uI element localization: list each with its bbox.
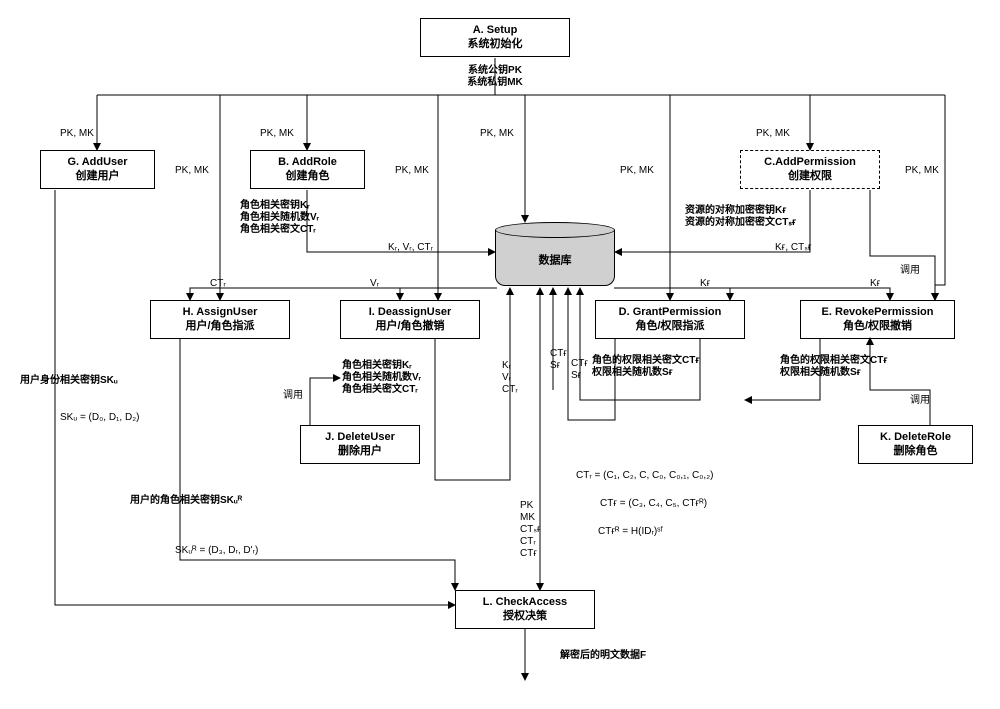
- box-I-title: I. DeassignUser: [347, 305, 473, 319]
- lbl-pkmk6: PK, MK: [395, 165, 429, 177]
- lbl-db-e: Kғ: [870, 278, 880, 290]
- lbl-db-h: CTᵣ: [210, 278, 226, 290]
- lbl-i-db: Kᵣ Vᵣ CTᵣ: [502, 360, 518, 396]
- box-L-sub: 授权决策: [462, 609, 588, 623]
- lbl-c-db: Kғ, CTₛғ: [775, 242, 812, 254]
- box-C-sub: 创建权限: [747, 169, 873, 183]
- box-E: E. RevokePermission 角色/权限撤销: [800, 300, 955, 339]
- box-D-title: D. GrantPermission: [602, 305, 738, 319]
- box-J-title: J. DeleteUser: [307, 430, 413, 444]
- lbl-g-out: 用户身份相关密钥SKᵤ: [20, 375, 118, 387]
- box-G-title: G. AddUser: [47, 155, 148, 169]
- lbl-pkmk2: PK, MK: [260, 128, 294, 140]
- box-H: H. AssignUser 用户/角色指派: [150, 300, 290, 339]
- lbl-k-call: 调用: [910, 395, 930, 407]
- box-B: B. AddRole 创建角色: [250, 150, 365, 189]
- box-D: D. GrantPermission 角色/权限指派: [595, 300, 745, 339]
- box-I: I. DeassignUser 用户/角色撤销: [340, 300, 480, 339]
- box-L: L. CheckAccess 授权决策: [455, 590, 595, 629]
- box-K: K. DeleteRole 删除角色: [858, 425, 973, 464]
- lbl-i-call: 调用: [283, 390, 303, 402]
- lbl-pkmk4: PK, MK: [756, 128, 790, 140]
- lbl-b-out: 角色相关密钥Kᵣ 角色相关随机数Vᵣ 角色相关密文CTᵣ: [240, 200, 319, 236]
- box-C-title: C.AddPermission: [747, 155, 873, 169]
- lbl-ctF: CTғ = (C₃, C₄, C₅, CTғᴿ): [600, 498, 707, 510]
- lbl-d-db: CTғ Sғ: [550, 348, 567, 372]
- box-K-sub: 删除角色: [865, 444, 966, 458]
- box-G-sub: 创建用户: [47, 169, 148, 183]
- lbl-pkmk1: PK, MK: [60, 128, 94, 140]
- box-K-title: K. DeleteRole: [865, 430, 966, 444]
- lbl-pkmk8: PK, MK: [905, 165, 939, 177]
- lbl-db-d: Kғ: [700, 278, 710, 290]
- lbl-i-out: 角色相关密钥Kᵣ 角色相关随机数Vᵣ 角色相关密文CTᵣ: [342, 360, 421, 396]
- lbl-skR: SKᵤᴿ = (D₃, Dᵣ, D'ᵣ): [175, 545, 258, 557]
- box-B-sub: 创建角色: [257, 169, 358, 183]
- lbl-ctR: CTᵣ = (C₁, C₂, C, C₀, C₀,₁, C₀,₂): [576, 470, 713, 482]
- lbl-c-out: 资源的对称加密密钥Kғ 资源的对称加密密文CTₛғ: [685, 205, 796, 229]
- box-H-sub: 用户/角色指派: [157, 319, 283, 333]
- box-I-sub: 用户/角色撤销: [347, 319, 473, 333]
- box-E-sub: 角色/权限撤销: [807, 319, 948, 333]
- lbl-db-i: Vᵣ: [370, 278, 379, 290]
- box-A-title: A. Setup: [427, 23, 563, 37]
- box-E-title: E. RevokePermission: [807, 305, 948, 319]
- box-B-title: B. AddRole: [257, 155, 358, 169]
- db-label: 数据库: [495, 252, 615, 268]
- box-D-sub: 角色/权限指派: [602, 319, 738, 333]
- lbl-db-l: PK MK CTₛғ CTᵣ CTғ: [520, 500, 541, 560]
- lbl-ctFR: CTғᴿ = H(IDᵣ)ˢᶠ: [598, 526, 663, 538]
- box-C: C.AddPermission 创建权限: [740, 150, 880, 189]
- lbl-pkmk5: PK, MK: [175, 165, 209, 177]
- lbl-skU: SKᵤ = (D₀, D₁, D₂): [60, 412, 139, 424]
- lbl-a-out: 系统公钥PK 系统私钥MK: [455, 65, 535, 89]
- box-G: G. AddUser 创建用户: [40, 150, 155, 189]
- lbl-pkmk7: PK, MK: [620, 165, 654, 177]
- lbl-b-db: Kᵣ, Vᵣ, CTᵣ: [388, 242, 433, 254]
- lbl-h-out: 用户的角色相关密钥SKᵤᴿ: [130, 495, 242, 507]
- lbl-d-out: 角色的权限相关密文CTғ 权限相关随机数Sғ: [592, 355, 700, 379]
- box-H-title: H. AssignUser: [157, 305, 283, 319]
- box-L-title: L. CheckAccess: [462, 595, 588, 609]
- lbl-pkmk3: PK, MK: [480, 128, 514, 140]
- lbl-e-out: 角色的权限相关密文CTғ 权限相关随机数Sғ: [780, 355, 888, 379]
- lbl-d-db2: CTғ Sғ: [571, 358, 588, 382]
- box-A-sub: 系统初始化: [427, 37, 563, 51]
- lbl-e-call: 调用: [900, 265, 920, 277]
- lbl-l-out: 解密后的明文数据F: [560, 650, 646, 662]
- box-J: J. DeleteUser 删除用户: [300, 425, 420, 464]
- box-J-sub: 删除用户: [307, 444, 413, 458]
- database: 数据库: [495, 230, 615, 286]
- box-A: A. Setup 系统初始化: [420, 18, 570, 57]
